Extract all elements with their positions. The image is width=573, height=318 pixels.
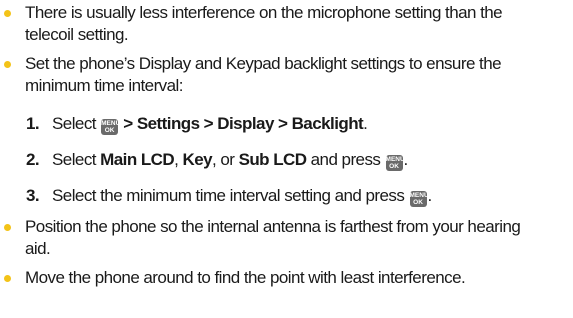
step-3-text: Select the minimum time interval setting… — [52, 186, 432, 207]
step-1-prefix: Select — [52, 114, 101, 133]
step-2-text: Select Main LCD, Key, or Sub LCD and pre… — [52, 150, 408, 171]
bullet-4-line-1: Move the phone around to find the point … — [25, 268, 466, 287]
settings-path: > Settings > Display > Backlight — [119, 114, 364, 133]
step-2-suffix: . — [403, 150, 409, 169]
bullet-marker — [4, 61, 11, 68]
key-bottom-label: OK — [413, 199, 423, 206]
option-key: Key — [182, 150, 213, 169]
menu-ok-key-icon: MENU OK — [385, 155, 405, 171]
step-3-suffix: . — [427, 186, 433, 205]
step-number: 2. — [26, 150, 40, 169]
bullet-1-line-1: There is usually less interference on th… — [25, 3, 503, 22]
step-number: 3. — [26, 186, 40, 205]
step-3-body: Select the minimum time interval setting… — [52, 186, 409, 205]
bullet-marker — [4, 275, 11, 282]
step-number: 1. — [26, 114, 40, 133]
option-sub-lcd: Sub LCD — [238, 150, 307, 169]
menu-ok-key-icon: MENU OK — [101, 119, 121, 135]
bullet-2-line-1: Set the phone’s Display and Keypad backl… — [25, 54, 502, 73]
step-2-prefix: Select — [52, 150, 101, 169]
step-1-suffix: . — [363, 114, 368, 133]
key-top-label: MENU — [385, 156, 405, 163]
step-1-text: Select MENU OK > Settings > Display > Bac… — [52, 114, 368, 135]
bullet-marker — [4, 224, 11, 231]
document-page: There is usually less interference on th… — [0, 0, 573, 318]
menu-ok-key-icon: MENU OK — [409, 191, 429, 207]
key-top-label: MENU — [101, 120, 121, 127]
bullet-3-line-1: Position the phone so the internal anten… — [25, 217, 521, 236]
key-bottom-label: OK — [389, 163, 399, 170]
bullet-marker — [4, 10, 11, 17]
bullet-3-line-2: aid. — [25, 239, 51, 258]
key-top-label: MENU — [409, 192, 429, 199]
option-main-lcd: Main LCD — [100, 150, 175, 169]
key-bottom-label: OK — [104, 127, 115, 134]
step-2-mid: and press — [306, 150, 385, 169]
step-2-sep-2: , or — [212, 150, 239, 169]
bullet-2-line-2: minimum time interval: — [25, 76, 183, 95]
bullet-1-line-2: telecoil setting. — [25, 25, 129, 44]
